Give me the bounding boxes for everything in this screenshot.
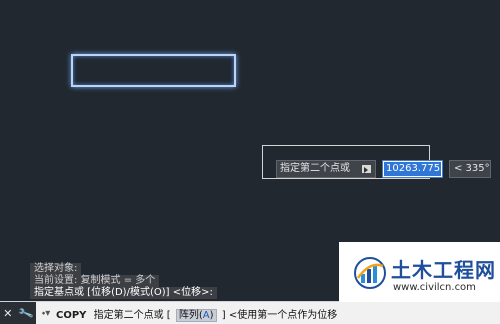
history-line: 指定基点或 [位移(D)/模式(O)] <位移>: xyxy=(30,287,217,299)
distance-input[interactable]: 10263.7753 xyxy=(382,160,443,178)
array-option-close: ) xyxy=(209,309,214,321)
array-option-key: A xyxy=(202,309,210,321)
watermark-logo: 土木工程网 www.civilcn.com xyxy=(339,242,500,302)
command-name: COPY xyxy=(56,309,87,321)
close-icon[interactable]: ✕ xyxy=(3,308,12,319)
civilcn-logo-icon xyxy=(354,257,386,289)
dynamic-prompt-text: 指定第二个点或 xyxy=(280,163,350,174)
distance-value[interactable]: 10263.7753 xyxy=(384,162,441,176)
watermark-url: www.civilcn.com xyxy=(393,282,476,293)
command-line-controls: ✕ 🔧 xyxy=(0,302,36,324)
command-prompt-text: 指定第二个点或 xyxy=(93,309,164,321)
original-rectangle[interactable] xyxy=(71,54,236,87)
bracket-open: [ xyxy=(166,309,171,321)
angle-readout[interactable]: < 335° xyxy=(449,160,491,178)
command-line-text[interactable]: COPY 指定第二个点或 [ 阵列(A) ] <使用第一个点作为位移 xyxy=(56,306,338,322)
watermark-title: 土木工程网 xyxy=(391,258,496,282)
history-line: 当前设置: 复制模式 = 多个 xyxy=(30,275,160,287)
command-line-bar[interactable]: ✕ 🔧 ⬩▾ COPY 指定第二个点或 [ 阵列(A) ] <使用第一个点作为位… xyxy=(0,301,500,324)
bracket-close: ] xyxy=(221,309,226,321)
command-prompt-icon[interactable]: ⬩▾ xyxy=(36,302,56,324)
array-option[interactable]: 阵列(A) xyxy=(175,308,217,322)
dynamic-input-tooltip: 指定第二个点或 10263.7753 < 335° xyxy=(276,160,491,178)
history-line: 选择对象: xyxy=(30,263,82,275)
command-tail-text: <使用第一个点作为位移 xyxy=(228,309,338,321)
command-history: 选择对象: 当前设置: 复制模式 = 多个 指定基点或 [位移(D)/模式(O)… xyxy=(30,263,217,299)
options-arrow-icon[interactable] xyxy=(362,165,371,173)
wrench-icon[interactable]: 🔧 xyxy=(17,305,34,322)
array-option-label: 阵列( xyxy=(178,309,203,321)
dynamic-prompt: 指定第二个点或 xyxy=(276,160,376,178)
